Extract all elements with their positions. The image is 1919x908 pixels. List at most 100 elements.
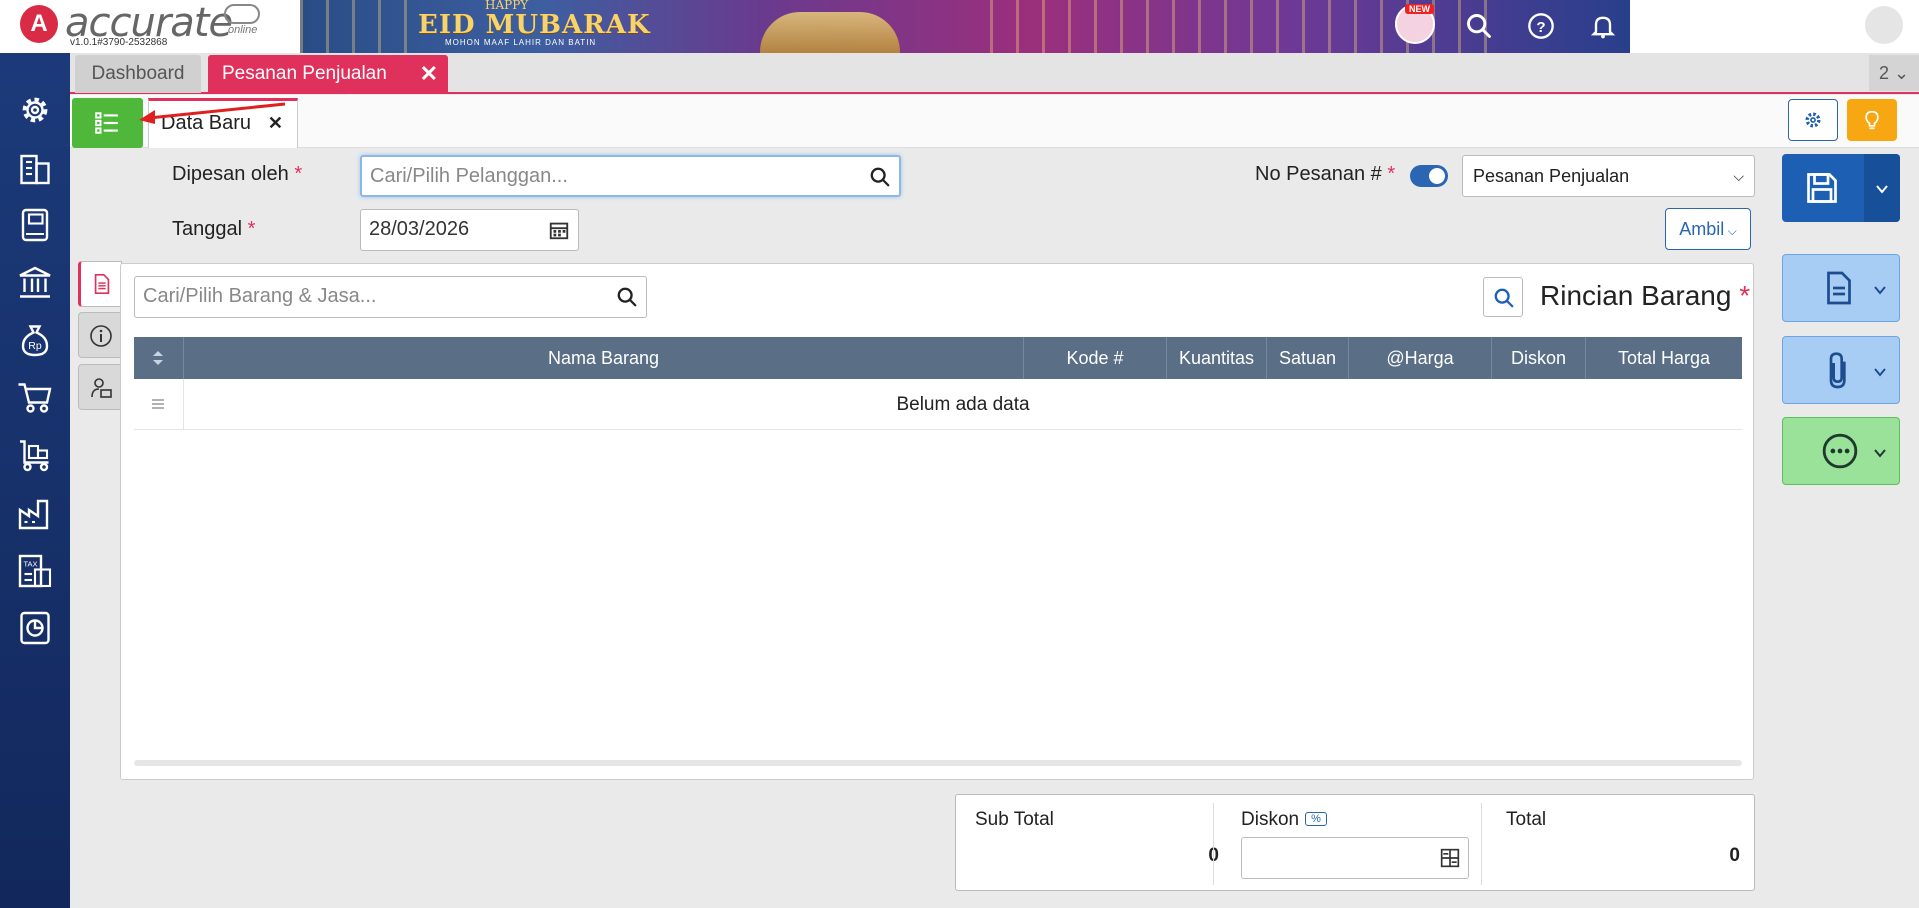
total-label: Total: [1506, 809, 1547, 830]
discount-label: Diskon%: [1241, 809, 1327, 831]
building-icon[interactable]: [17, 150, 53, 186]
col-discount[interactable]: Diskon: [1492, 337, 1586, 379]
book-icon[interactable]: [17, 207, 53, 243]
divider: [1481, 803, 1482, 885]
date-input[interactable]: [369, 218, 539, 241]
trolley-icon[interactable]: [17, 437, 53, 473]
tab-sales-order-label: Pesanan Penjualan: [222, 63, 387, 84]
discount-input[interactable]: [1241, 837, 1469, 879]
bell-icon[interactable]: [1589, 12, 1617, 40]
paperclip-icon: [1829, 352, 1846, 389]
search-icon[interactable]: [1465, 12, 1493, 40]
date-label: Tanggal *: [172, 218, 255, 241]
help-icon[interactable]: ?: [1527, 12, 1555, 40]
new-feature-avatar[interactable]: NEW: [1395, 4, 1435, 44]
close-icon[interactable]: ✕: [420, 55, 438, 93]
list-view-button[interactable]: [72, 98, 143, 148]
tab-item-details[interactable]: [78, 261, 122, 307]
items-table-header: Nama Barang Kode # Kuantitas Satuan @Har…: [134, 337, 1742, 379]
info-icon: [90, 325, 112, 347]
report-icon[interactable]: [17, 610, 53, 646]
total-value: 0: [1729, 845, 1740, 866]
svg-text:?: ?: [1536, 19, 1545, 36]
gear-icon: [1805, 112, 1821, 128]
order-number-label: No Pesanan # *: [1255, 163, 1395, 186]
cart-icon[interactable]: [17, 380, 53, 416]
customer-search-input[interactable]: [370, 165, 840, 188]
user-info[interactable]: Retail Sample Riski Aryanto: [1722, 2, 1859, 44]
banner-subtitle: MOHON MAAF LAHIR DAN BATIN: [445, 38, 597, 47]
calendar-icon[interactable]: [548, 219, 570, 241]
required-mark: *: [1739, 280, 1751, 311]
new-badge: NEW: [1405, 4, 1434, 14]
user-name: Riski Aryanto: [1777, 28, 1859, 44]
save-button[interactable]: [1782, 154, 1900, 222]
version-text: v1.0.1#3790-2532868: [70, 37, 168, 48]
document-button[interactable]: [1782, 254, 1900, 322]
items-title-text: Rincian Barang: [1540, 280, 1732, 311]
document-icon: [1827, 271, 1851, 305]
gear-icon[interactable]: [17, 53, 53, 89]
money-bag-icon[interactable]: Rp: [17, 322, 53, 358]
top-bar: A accurate online v1.0.1#3790-2532868 HA…: [0, 0, 1919, 53]
gear-icon[interactable]: [17, 92, 53, 128]
search-icon: [1494, 288, 1514, 308]
list-icon: [95, 112, 118, 134]
user-avatar[interactable]: [1863, 4, 1905, 46]
tab-salesperson[interactable]: [78, 364, 122, 410]
attachment-button[interactable]: [1782, 336, 1900, 404]
empty-table-text: Belum ada data: [896, 394, 1030, 415]
tab-dashboard[interactable]: Dashboard: [75, 55, 201, 93]
factory-icon[interactable]: [17, 495, 53, 531]
tab-info[interactable]: [78, 312, 122, 358]
item-search-button[interactable]: [1483, 277, 1523, 317]
bank-icon[interactable]: [17, 265, 53, 301]
settings-button[interactable]: [1788, 99, 1838, 141]
col-unit[interactable]: Satuan: [1267, 337, 1349, 379]
annotation-arrow: [139, 102, 286, 124]
order-type-select[interactable]: Pesanan Penjualan ⌵: [1462, 155, 1755, 197]
tab-count-dropdown[interactable]: 2 ⌄: [1869, 55, 1919, 91]
mosque-illustration: [760, 12, 900, 53]
tax-icon[interactable]: TAX: [17, 553, 53, 589]
col-code[interactable]: Kode #: [1024, 337, 1167, 379]
company-name: Retail Sample: [1722, 2, 1859, 27]
logo-mark: A: [20, 5, 58, 43]
ordered-by-label-text: Dipesan oleh: [172, 163, 289, 185]
required-mark: *: [294, 163, 303, 185]
divider: [1213, 803, 1214, 885]
tab-count-value: 2: [1878, 63, 1889, 83]
row-handle[interactable]: [134, 379, 184, 430]
banner-title: EID MUBARAK: [418, 10, 651, 40]
order-number-label-text: No Pesanan #: [1255, 163, 1382, 185]
user-menu-chevron-icon[interactable]: ⌵: [1906, 14, 1917, 31]
save-options-dropdown[interactable]: [1864, 154, 1900, 222]
tips-button[interactable]: [1847, 99, 1897, 141]
auto-number-toggle[interactable]: [1410, 165, 1448, 187]
sort-handle[interactable]: [134, 337, 184, 379]
table-row: Belum ada data: [134, 379, 1742, 430]
date-field[interactable]: [360, 209, 579, 251]
required-mark: *: [247, 218, 256, 240]
search-icon[interactable]: [869, 166, 891, 188]
more-actions-button[interactable]: [1782, 417, 1900, 485]
discount-label-text: Diskon: [1241, 809, 1300, 830]
chevron-down-icon: [1874, 286, 1886, 295]
search-icon[interactable]: [616, 286, 638, 308]
col-quantity[interactable]: Kuantitas: [1167, 337, 1267, 379]
col-price[interactable]: @Harga: [1349, 337, 1492, 379]
horizontal-scrollbar[interactable]: [134, 760, 1742, 766]
customer-search-field[interactable]: [360, 155, 901, 197]
item-search-field[interactable]: [134, 276, 647, 318]
discount-percent-toggle[interactable]: %: [1305, 812, 1327, 826]
col-total-price[interactable]: Total Harga: [1586, 337, 1742, 379]
col-item-name[interactable]: Nama Barang: [184, 337, 1024, 379]
sub-header: Data Baru ✕: [70, 95, 1919, 148]
items-panel: Rincian Barang * Nama Barang Kode # Kuan…: [120, 263, 1754, 780]
ambil-button[interactable]: Ambil ⌵: [1665, 208, 1751, 250]
calculator-icon[interactable]: [1440, 848, 1460, 868]
required-mark: *: [1387, 163, 1396, 185]
tab-sales-order[interactable]: Pesanan Penjualan ✕: [208, 55, 448, 93]
chevron-down-icon: [1874, 449, 1886, 458]
item-search-input[interactable]: [143, 285, 583, 308]
